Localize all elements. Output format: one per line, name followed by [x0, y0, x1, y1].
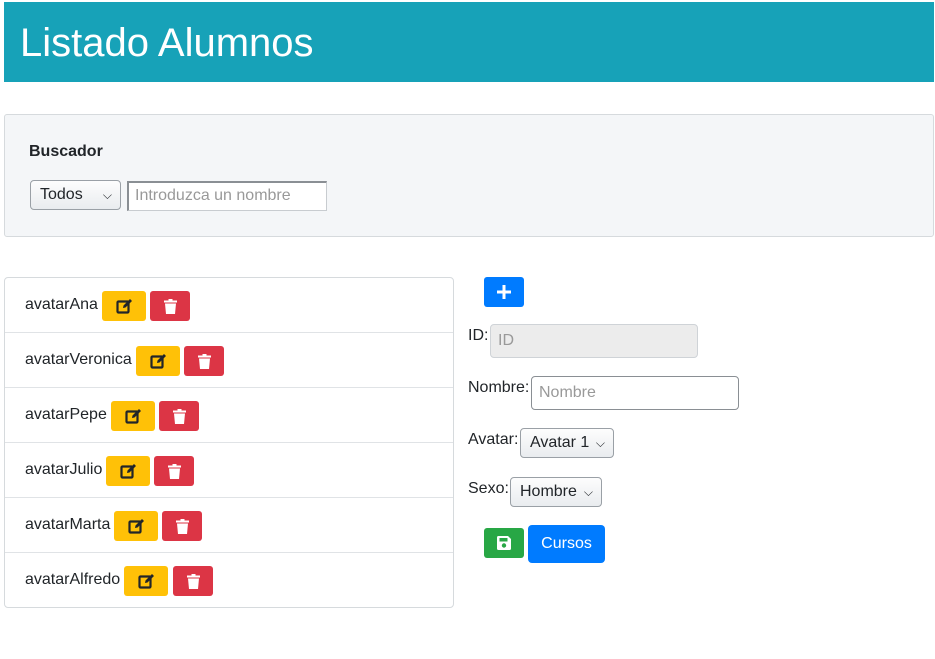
- edit-button[interactable]: [124, 566, 168, 596]
- avatar-label: Avatar:: [468, 431, 519, 448]
- list-item: avatarJulio: [5, 443, 453, 498]
- edit-icon: [124, 409, 141, 424]
- name-label: Nombre:: [468, 379, 530, 396]
- delete-button[interactable]: [162, 511, 202, 541]
- delete-button[interactable]: [184, 346, 224, 376]
- name-field[interactable]: Nombre: [531, 376, 739, 410]
- student-name: avatarPepe: [25, 406, 107, 423]
- list-item: avatarPepe: [5, 388, 453, 443]
- chevron-down-icon: ⌵: [102, 188, 112, 202]
- page-title: Listado Alumnos: [20, 21, 314, 65]
- delete-button[interactable]: [173, 566, 213, 596]
- page-header: Listado Alumnos: [4, 2, 934, 82]
- list-item: avatarMarta: [5, 498, 453, 553]
- filter-select-value: Todos: [40, 186, 83, 203]
- list-item: avatarAna: [5, 278, 453, 333]
- trash-icon: [167, 463, 181, 479]
- student-list: avatarAna avatarVeronica avatarPepe avat…: [4, 277, 454, 608]
- delete-button[interactable]: [150, 291, 190, 321]
- list-item: avatarVeronica: [5, 333, 453, 388]
- save-icon: [497, 536, 511, 550]
- name-placeholder: Nombre: [539, 384, 596, 401]
- trash-icon: [172, 408, 186, 424]
- trash-icon: [197, 353, 211, 369]
- edit-icon: [119, 464, 136, 479]
- edit-button[interactable]: [136, 346, 180, 376]
- add-student-button[interactable]: [484, 277, 524, 307]
- delete-button[interactable]: [159, 401, 199, 431]
- student-name: avatarAna: [25, 296, 98, 313]
- edit-icon: [115, 299, 132, 314]
- delete-button[interactable]: [154, 456, 194, 486]
- save-button[interactable]: [484, 528, 524, 558]
- sex-select-value: Hombre: [520, 483, 577, 500]
- cursos-button-label: Cursos: [541, 535, 592, 552]
- edit-button[interactable]: [114, 511, 158, 541]
- sex-select[interactable]: Hombre ⌵: [510, 477, 602, 507]
- filter-select[interactable]: Todos ⌵: [30, 180, 121, 210]
- edit-button[interactable]: [106, 456, 150, 486]
- id-placeholder: ID: [498, 332, 514, 349]
- avatar-select[interactable]: Avatar 1 ⌵: [520, 428, 614, 458]
- student-name: avatarAlfredo: [25, 571, 121, 588]
- plus-icon: [497, 285, 511, 299]
- student-name: avatarMarta: [25, 516, 111, 533]
- chevron-down-icon: ⌵: [595, 436, 605, 450]
- trash-icon: [163, 298, 177, 314]
- edit-icon: [137, 574, 154, 589]
- search-title: Buscador: [29, 143, 103, 160]
- id-label: ID:: [468, 327, 489, 344]
- list-item: avatarAlfredo: [5, 553, 453, 608]
- avatar-select-value: Avatar 1: [530, 434, 590, 451]
- edit-icon: [127, 519, 144, 534]
- edit-button[interactable]: [111, 401, 155, 431]
- search-name-input[interactable]: Introduzca un nombre: [127, 181, 327, 211]
- chevron-down-icon: ⌵: [583, 485, 593, 499]
- cursos-button[interactable]: Cursos: [528, 525, 605, 563]
- sex-label: Sexo:: [468, 480, 509, 497]
- search-panel: Buscador Todos ⌵ Introduzca un nombre: [4, 114, 934, 237]
- student-name: avatarJulio: [25, 461, 103, 478]
- trash-icon: [175, 518, 189, 534]
- search-name-placeholder: Introduzca un nombre: [135, 187, 291, 204]
- edit-icon: [149, 354, 166, 369]
- id-field[interactable]: ID: [490, 324, 698, 358]
- student-name: avatarVeronica: [25, 351, 132, 368]
- edit-button[interactable]: [102, 291, 146, 321]
- trash-icon: [186, 573, 200, 589]
